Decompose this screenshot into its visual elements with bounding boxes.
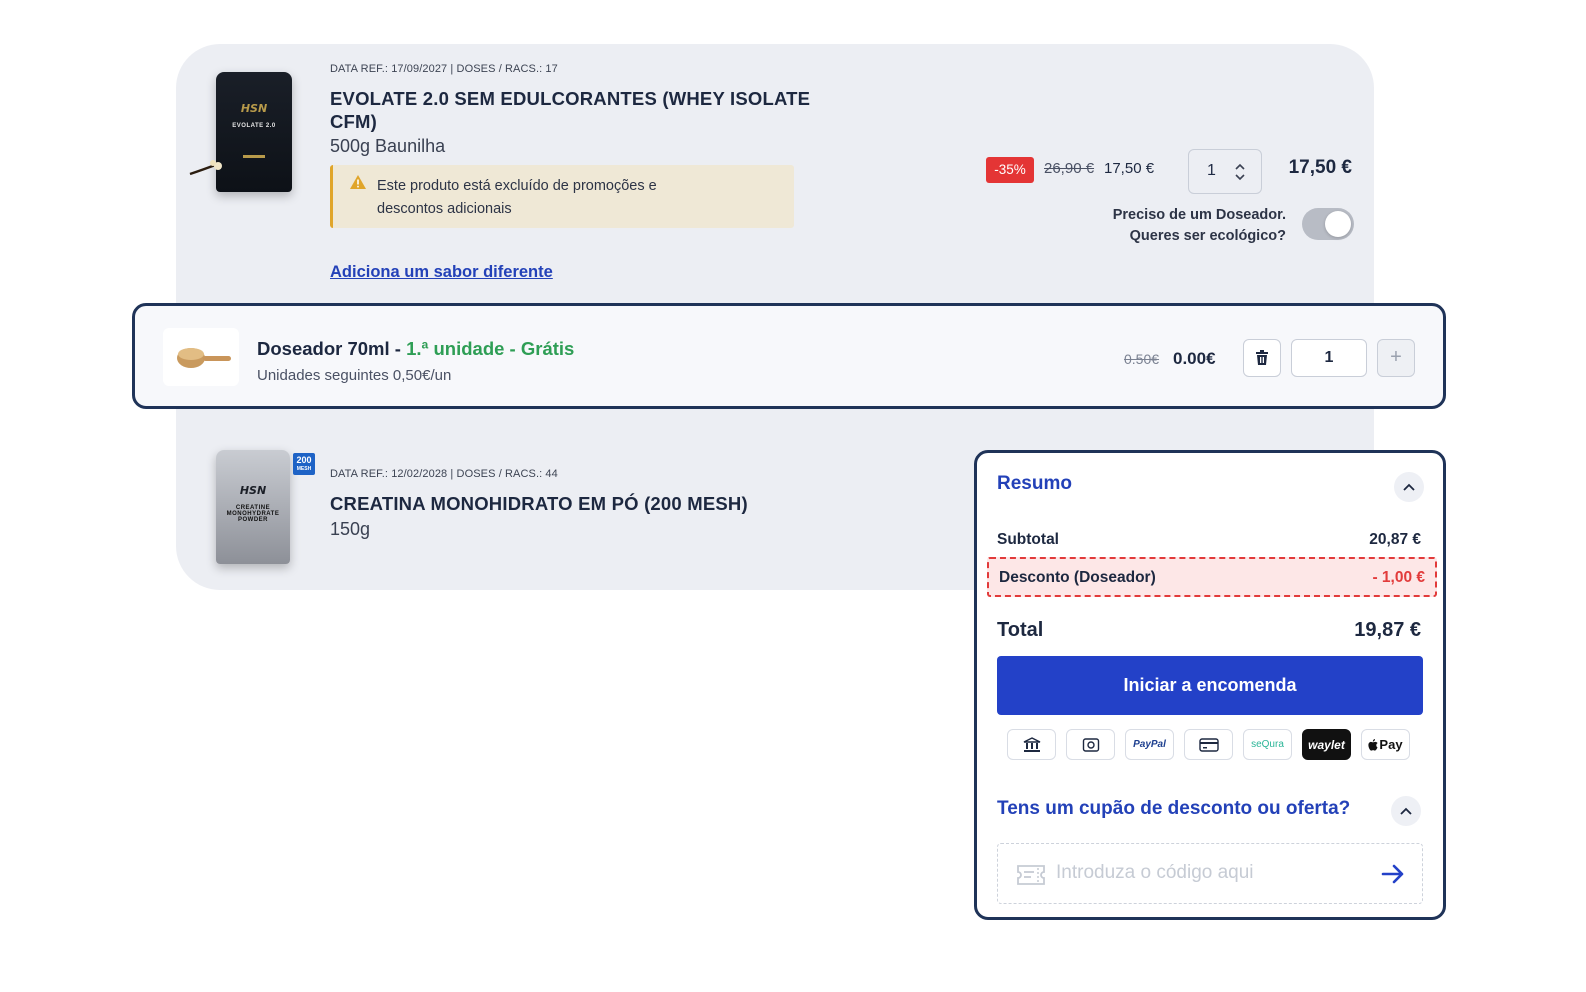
product-meta: DATA REF.: 17/09/2027 | DOSES / RACS.: 1… bbox=[330, 63, 558, 75]
doser-promo: 1.ª unidade - Grátis bbox=[406, 338, 575, 359]
subtotal-value: 20,87 € bbox=[1369, 531, 1421, 548]
bag-stripe bbox=[243, 155, 265, 158]
discount-badge: -35% bbox=[986, 157, 1034, 183]
chevron-up-icon bbox=[1400, 807, 1412, 815]
product-title[interactable]: EVOLATE 2.0 SEM EDULCORANTES (WHEY ISOLA… bbox=[330, 87, 810, 133]
hsn-logo: HSN bbox=[239, 484, 267, 497]
creatine-product-image[interactable]: HSN CREATINE MONOHYDRATE POWDER bbox=[216, 450, 290, 564]
doser-question-line2: Queres ser ecológico? bbox=[1129, 228, 1286, 244]
start-order-button[interactable]: Iniciar a encomenda bbox=[997, 656, 1423, 715]
discount-value: - 1,00 € bbox=[1372, 569, 1425, 586]
original-price: 26,90 € bbox=[1044, 160, 1095, 177]
measuring-scoop-icon bbox=[177, 348, 231, 368]
total-value: 19,87 € bbox=[1354, 619, 1421, 641]
promo-exclusion-warning: Este produto está excluído de promoções … bbox=[330, 165, 794, 228]
cart-page: HSN EVOLATE 2.0 DATA REF.: 17/09/2027 | … bbox=[0, 0, 1586, 992]
quantity-value: 1 bbox=[1207, 162, 1216, 179]
quantity-select[interactable]: 1 bbox=[1188, 149, 1262, 194]
trash-icon bbox=[1256, 350, 1268, 365]
sequra-icon: seQura bbox=[1243, 729, 1292, 760]
doser-question-line1: Preciso de um Doseador. bbox=[1112, 207, 1286, 223]
doser-product-image bbox=[163, 328, 239, 386]
product-variant: 150g bbox=[330, 519, 371, 539]
warning-icon bbox=[350, 175, 366, 189]
product-title[interactable]: CREATINA MONOHIDRATO EM PÓ (200 MESH) bbox=[330, 492, 748, 515]
product-title-line2: CFM) bbox=[330, 111, 378, 132]
remove-doser-button[interactable] bbox=[1243, 339, 1281, 377]
coupon-code-input[interactable] bbox=[1056, 860, 1356, 886]
doser-line-item: Doseador 70ml - 1.ª unidade - Grátis Uni… bbox=[132, 303, 1446, 409]
ticket-icon bbox=[1017, 865, 1045, 885]
mesh-badge-label: MESH bbox=[296, 466, 312, 472]
product-meta: DATA REF.: 12/02/2028 | DOSES / RACS.: 4… bbox=[330, 468, 558, 480]
up-down-arrows-icon bbox=[1235, 163, 1245, 181]
doser-subtitle: Unidades seguintes 0,50€/un bbox=[257, 367, 452, 384]
line-total: 17,50 € bbox=[1288, 157, 1352, 178]
total-row: Total 19,87 € bbox=[997, 619, 1421, 642]
paypal-icon: PayPal bbox=[1125, 729, 1174, 760]
doser-question: Preciso de um Doseador. Queres ser ecoló… bbox=[1113, 205, 1286, 247]
apple-pay-label: Pay bbox=[1379, 737, 1403, 752]
apple-pay-icon: Pay bbox=[1361, 729, 1410, 760]
mesh-badge-number: 200 bbox=[296, 455, 312, 465]
chevron-up-icon bbox=[1403, 483, 1415, 491]
payment-methods: PayPal seQura waylet Pay bbox=[1007, 729, 1410, 760]
collapse-coupon-button[interactable] bbox=[1391, 796, 1421, 826]
cash-on-delivery-icon bbox=[1066, 729, 1115, 760]
add-different-flavor-link[interactable]: Adiciona um sabor diferente bbox=[330, 263, 553, 282]
doser-title: Doseador 70ml - 1.ª unidade - Grátis bbox=[257, 338, 574, 360]
increase-doser-quantity-button[interactable]: + bbox=[1377, 339, 1415, 377]
order-summary-panel: Resumo Subtotal 20,87 € Desconto (Dosead… bbox=[974, 450, 1446, 920]
subtotal-label: Subtotal bbox=[997, 531, 1059, 548]
doser-name: Doseador 70ml - bbox=[257, 338, 407, 359]
doser-quantity-field[interactable]: 1 bbox=[1291, 339, 1367, 377]
summary-title: Resumo bbox=[997, 473, 1072, 494]
toggle-knob bbox=[1325, 211, 1351, 237]
bag-product-name: CREATINE MONOHYDRATE POWDER bbox=[226, 505, 280, 523]
bank-transfer-icon bbox=[1007, 729, 1056, 760]
mesh-badge: 200 MESH bbox=[293, 453, 315, 475]
apply-coupon-arrow-icon[interactable] bbox=[1380, 862, 1406, 886]
unit-price: 17,50 € bbox=[1104, 160, 1155, 177]
coupon-title: Tens um cupão de desconto ou oferta? bbox=[997, 798, 1351, 819]
product-variant: 500g Baunilha bbox=[330, 136, 446, 156]
subtotal-row: Subtotal 20,87 € bbox=[997, 531, 1421, 549]
doser-eco-toggle[interactable] bbox=[1302, 208, 1354, 240]
warning-line1: Este produto está excluído de promoções … bbox=[377, 178, 657, 194]
doser-original-price: 0.50€ bbox=[1124, 351, 1160, 367]
bag-product-name: EVOLATE 2.0 bbox=[232, 123, 276, 129]
hsn-logo: HSN bbox=[240, 102, 268, 115]
credit-card-icon bbox=[1184, 729, 1233, 760]
total-label: Total bbox=[997, 619, 1044, 641]
product-title-line1: EVOLATE 2.0 SEM EDULCORANTES (WHEY ISOLA… bbox=[330, 88, 811, 109]
warning-line2: descontos adicionais bbox=[377, 201, 512, 217]
doser-discount-row: Desconto (Doseador) - 1,00 € bbox=[987, 557, 1437, 597]
collapse-summary-button[interactable] bbox=[1394, 472, 1424, 502]
vanilla-pod-icon bbox=[189, 160, 222, 176]
doser-price: 0.00€ bbox=[1173, 349, 1216, 368]
waylet-icon: waylet bbox=[1302, 729, 1351, 760]
coupon-field bbox=[997, 843, 1423, 904]
discount-label: Desconto (Doseador) bbox=[999, 569, 1156, 586]
